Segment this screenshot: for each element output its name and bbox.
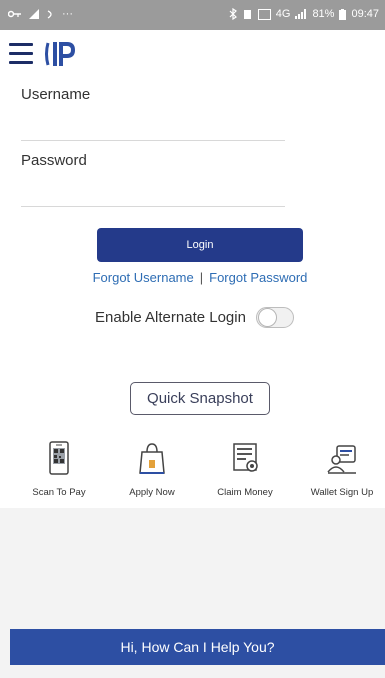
quick-actions: Scan To Pay Apply Now Claim Money Wallet… bbox=[0, 440, 385, 508]
battery-percent: 81% bbox=[312, 8, 335, 20]
alternate-login-row: Enable Alternate Login bbox=[95, 307, 294, 328]
overflow-dots-icon: ··· bbox=[62, 8, 73, 20]
network-type: 4G bbox=[275, 8, 291, 20]
claim-money-action[interactable]: Claim Money bbox=[200, 440, 290, 498]
vibrate-icon bbox=[47, 10, 52, 19]
key-icon bbox=[8, 10, 21, 18]
username-label: Username bbox=[21, 86, 91, 103]
forgot-username-link[interactable]: Forgot Username bbox=[93, 270, 194, 285]
password-input[interactable] bbox=[21, 179, 285, 205]
alternate-login-toggle[interactable] bbox=[255, 307, 294, 328]
status-left: ··· bbox=[8, 8, 73, 20]
username-input[interactable] bbox=[21, 112, 285, 138]
wallet-user-icon bbox=[327, 445, 356, 474]
battery-icon bbox=[339, 8, 347, 20]
alternate-login-label: Enable Alternate Login bbox=[95, 309, 246, 326]
scan-to-pay-action[interactable]: Scan To Pay bbox=[14, 440, 104, 498]
action-label: Apply Now bbox=[129, 487, 175, 498]
toggle-knob bbox=[257, 308, 277, 327]
username-underline bbox=[21, 140, 285, 141]
hamburger-menu-icon[interactable] bbox=[9, 43, 33, 65]
login-button[interactable]: Login bbox=[97, 228, 303, 262]
volte-icon bbox=[257, 8, 271, 20]
password-label: Password bbox=[21, 152, 87, 169]
wallet-sign-up-action[interactable]: Wallet Sign Up bbox=[297, 440, 385, 498]
status-bar: ··· 4G 81% 09:47 bbox=[0, 0, 385, 30]
status-right: 4G 81% 09:47 bbox=[229, 8, 379, 20]
apply-now-action[interactable]: Apply Now bbox=[107, 440, 197, 498]
ip-logo-icon bbox=[45, 42, 75, 66]
signal-icon bbox=[29, 9, 39, 19]
action-label: Claim Money bbox=[217, 487, 273, 498]
link-separator: | bbox=[199, 270, 204, 285]
quick-snapshot-button[interactable]: Quick Snapshot bbox=[130, 382, 270, 415]
network-icon bbox=[295, 9, 307, 19]
password-underline bbox=[21, 206, 285, 207]
vibrate-icon bbox=[243, 9, 251, 19]
help-chat-bar[interactable]: Hi, How Can I Help You? bbox=[10, 629, 385, 665]
app-header bbox=[0, 30, 385, 85]
bluetooth-icon bbox=[229, 8, 237, 20]
action-label: Scan To Pay bbox=[32, 487, 86, 498]
action-label: Wallet Sign Up bbox=[310, 487, 374, 498]
forgot-links: Forgot Username | Forgot Password bbox=[0, 270, 385, 285]
forgot-password-link[interactable]: Forgot Password bbox=[209, 270, 307, 285]
qr-phone-icon bbox=[49, 441, 69, 475]
shopping-bag-icon bbox=[139, 443, 165, 474]
login-screen: ··· 4G 81% 09:47 Username Password Login bbox=[0, 0, 385, 678]
certificate-icon bbox=[233, 443, 258, 472]
status-time: 09:47 bbox=[351, 8, 379, 20]
